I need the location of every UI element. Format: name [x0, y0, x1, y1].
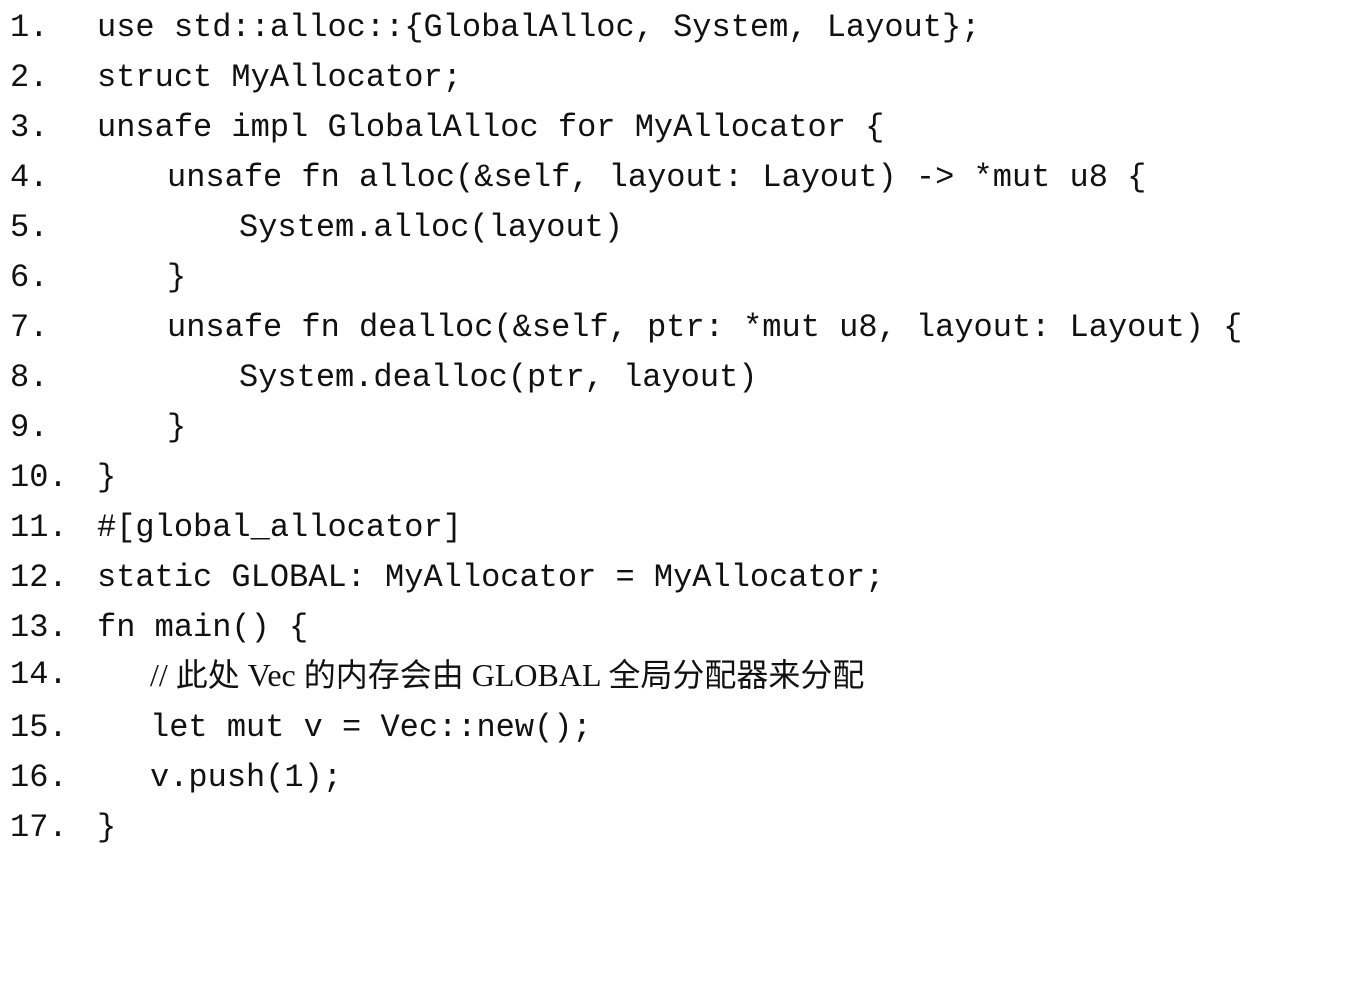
line-code: unsafe fn dealloc(&self, ptr: *mut u8, l…	[167, 309, 1243, 346]
code-line: 12. static GLOBAL: MyAllocator = MyAlloc…	[0, 553, 1366, 603]
line-number: 8.	[10, 359, 49, 396]
line-number: 17.	[10, 809, 68, 846]
line-code: struct MyAllocator;	[97, 59, 462, 96]
line-code: use std::alloc::{GlobalAlloc, System, La…	[97, 9, 981, 46]
code-line: 14. // 此处 Vec 的内存会由 GLOBAL 全局分配器来分配	[0, 650, 1366, 700]
code-line: 3. unsafe impl GlobalAlloc for MyAllocat…	[0, 103, 1366, 153]
line-code: fn main() {	[97, 609, 309, 646]
line-code: v.push(1);	[150, 759, 343, 796]
code-line: 5. System.alloc(layout)	[0, 203, 1366, 253]
line-code: }	[167, 409, 187, 446]
line-code: unsafe fn alloc(&self, layout: Layout) -…	[167, 159, 1147, 196]
line-code: static GLOBAL: MyAllocator = MyAllocator…	[97, 559, 885, 596]
code-comment: // 此处 Vec 的内存会由 GLOBAL 全局分配器来分配	[150, 657, 865, 693]
line-number: 13.	[10, 609, 68, 646]
line-number: 4.	[10, 159, 49, 196]
code-line: 15. let mut v = Vec::new();	[0, 703, 1366, 753]
line-number: 15.	[10, 709, 68, 746]
line-number: 7.	[10, 309, 49, 346]
line-code: }	[97, 809, 117, 846]
line-number: 6.	[10, 259, 49, 296]
line-number: 12.	[10, 559, 68, 596]
line-code: System.alloc(layout)	[239, 209, 624, 246]
line-code: #[global_allocator]	[97, 509, 462, 546]
line-number: 16.	[10, 759, 68, 796]
line-number: 11.	[10, 509, 68, 546]
code-line: 2. struct MyAllocator;	[0, 53, 1366, 103]
code-line: 13. fn main() {	[0, 603, 1366, 653]
code-line: 10. }	[0, 453, 1366, 503]
code-line: 9. }	[0, 403, 1366, 453]
code-line: 7. unsafe fn dealloc(&self, ptr: *mut u8…	[0, 303, 1366, 353]
line-number: 2.	[10, 59, 49, 96]
line-number: 1.	[10, 9, 49, 46]
code-line: 16. v.push(1);	[0, 753, 1366, 803]
code-line: 6. }	[0, 253, 1366, 303]
line-number: 14.	[10, 656, 68, 693]
line-number: 10.	[10, 459, 68, 496]
code-listing: 1. use std::alloc::{GlobalAlloc, System,…	[0, 0, 1366, 852]
code-line: 1. use std::alloc::{GlobalAlloc, System,…	[0, 3, 1366, 53]
line-number: 5.	[10, 209, 49, 246]
code-line: 11. #[global_allocator]	[0, 503, 1366, 553]
line-code: System.dealloc(ptr, layout)	[239, 359, 758, 396]
line-code: unsafe impl GlobalAlloc for MyAllocator …	[97, 109, 885, 146]
line-code: }	[97, 459, 117, 496]
line-code: }	[167, 259, 187, 296]
code-line: 4. unsafe fn alloc(&self, layout: Layout…	[0, 153, 1366, 203]
line-number: 9.	[10, 409, 49, 446]
line-number: 3.	[10, 109, 49, 146]
code-line: 17. }	[0, 803, 1366, 853]
code-line: 8. System.dealloc(ptr, layout)	[0, 353, 1366, 403]
line-code: let mut v = Vec::new();	[150, 709, 592, 746]
